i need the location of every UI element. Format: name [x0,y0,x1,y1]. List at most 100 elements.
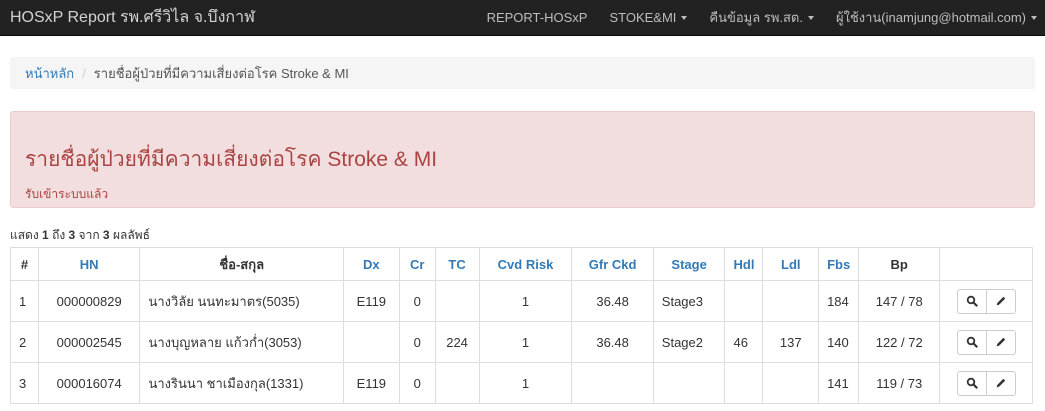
cell-fbs: 184 [818,280,860,322]
alert-subtitle: รับเข้าระบบแล้ว [25,187,109,201]
cell-name: นางรินนา ชาเมืองกุล(1331) [139,362,344,404]
caret-down-icon [807,15,814,20]
pencil-icon [996,296,1005,306]
edit-button[interactable] [985,288,1016,314]
breadcrumb: หน้าหลัก / รายชื่อผู้ป่วยที่มีความเสี่ยง… [10,57,1035,89]
table-row: 3 000016074 นางรินนา ชาเมืองกุล(1331) E119 0… [10,362,1033,404]
nav-user-label: ผู้ใช้งาน(inamjung@hotmail.com) [835,10,1026,25]
col-header-fbs[interactable]: Fbs [818,247,860,281]
summary-total: 3 [102,228,110,242]
cell-cvd-risk: 1 [478,280,573,322]
col-header-hdl[interactable]: Hdl [724,247,764,281]
col-header-dx[interactable]: Dx [342,247,400,281]
cell-cr: 0 [398,362,436,404]
cell-dx: E119 [342,280,400,322]
pencil-icon [996,378,1005,388]
summary-mid: ถึง [48,228,69,242]
cell-stage [652,362,726,404]
cell-ldl [762,280,820,322]
search-icon [966,336,978,348]
row-action-group [956,370,1016,396]
summary-mid2: จาก [75,228,103,242]
nav-stroke-mi-dropdown[interactable]: STOKE&MI [598,0,698,35]
row-action-group [956,288,1016,314]
col-header-hn[interactable]: HN [37,247,141,281]
breadcrumb-separator: / [82,65,86,81]
navbar-menu: REPORT-HOSxP STOKE&MI คืนข้อมูล รพ.สต. ผ… [476,0,1045,35]
nav-return-data-dropdown[interactable]: คืนข้อมูล รพ.สต. [698,0,825,35]
cell-cvd-risk: 1 [478,321,573,363]
cell-name: นางวิลัย นนทะมาตร(5035) [139,280,344,322]
main-container: หน้าหลัก / รายชื่อผู้ป่วยที่มีความเสี่ยง… [0,57,1045,404]
nav-return-data-label: คืนข้อมูล รพ.สต. [709,10,803,25]
cell-hdl: 46 [724,321,764,363]
nav-stroke-mi-label: STOKE&MI [609,10,677,25]
page-header-alert: รายชื่อผู้ป่วยที่มีความเสี่ยงต่อโรค Stro… [10,111,1035,208]
cell-fbs: 141 [818,362,860,404]
cell-actions [939,321,1033,363]
edit-button[interactable] [985,370,1016,396]
pencil-icon [996,337,1005,347]
cell-bp: 122 / 72 [858,321,941,363]
cell-index: 2 [10,321,39,363]
breadcrumb-home-link[interactable]: หน้าหลัก [25,63,74,84]
cell-gfr-ckd: 36.48 [571,280,654,322]
cell-tc [434,362,480,404]
top-navbar: HOSxP Report รพ.ศรีวิไล จ.บึงกาฬ REPORT-… [0,0,1045,36]
cell-index: 1 [10,280,39,322]
col-header-actions [939,247,1033,281]
view-button[interactable] [956,329,987,355]
cell-dx: E119 [342,362,400,404]
search-icon [966,295,978,307]
cell-actions [939,280,1033,322]
edit-button[interactable] [985,329,1016,355]
navbar-brand[interactable]: HOSxP Report รพ.ศรีวิไล จ.บึงกาฬ [10,5,255,30]
cell-ldl [762,362,820,404]
cell-cr: 0 [398,321,436,363]
cell-hn: 000016074 [37,362,141,404]
cell-cvd-risk: 1 [478,362,573,404]
col-header-index: # [10,247,39,281]
col-header-cvd-risk[interactable]: Cvd Risk [478,247,573,281]
table-row: 2 000002545 นางบุญหลาย แก้วก่ำ(3053) 0 224 1 3… [10,321,1033,363]
cell-dx [342,321,400,363]
col-header-cr[interactable]: Cr [398,247,436,281]
cell-stage: Stage2 [652,321,726,363]
cell-stage: Stage3 [652,280,726,322]
table-header-row: # HN ชื่อ-สกุล Dx Cr TC Cvd Risk Gfr Ckd… [10,247,1033,281]
cell-bp: 147 / 78 [858,280,941,322]
row-action-group [956,329,1016,355]
search-icon [966,377,978,389]
cell-hn: 000002545 [37,321,141,363]
cell-index: 3 [10,362,39,404]
col-header-name: ชื่อ-สกุล [139,247,344,281]
cell-tc: 224 [434,321,480,363]
nav-report-hosxp-label: REPORT-HOSxP [486,10,588,25]
cell-bp: 119 / 73 [858,362,941,404]
col-header-ldl[interactable]: Ldl [762,247,820,281]
col-header-gfr-ckd[interactable]: Gfr Ckd [571,247,654,281]
view-button[interactable] [956,370,987,396]
cell-tc [434,280,480,322]
view-button[interactable] [956,288,987,314]
breadcrumb-current: รายชื่อผู้ป่วยที่มีความเสี่ยงต่อโรค Stro… [93,65,349,81]
col-header-tc[interactable]: TC [434,247,480,281]
summary-prefix: แสดง [10,228,43,242]
cell-gfr-ckd: 36.48 [571,321,654,363]
summary-from: 1 [42,228,49,242]
cell-name: นางบุญหลาย แก้วก่ำ(3053) [139,321,344,363]
col-header-bp: Bp [858,247,941,281]
cell-gfr-ckd [571,362,654,404]
cell-fbs: 140 [818,321,860,363]
nav-user-dropdown[interactable]: ผู้ใช้งาน(inamjung@hotmail.com) [825,0,1045,35]
col-header-stage[interactable]: Stage [652,247,726,281]
page-title: รายชื่อผู้ป่วยที่มีความเสี่ยงต่อโรค Stro… [25,148,438,171]
cell-hdl [724,280,764,322]
results-summary: แสดง 1 ถึง 3 จาก 3 ผลลัพธ์ [10,226,1035,245]
cell-hdl [724,362,764,404]
caret-down-icon [681,15,688,20]
nav-report-hosxp[interactable]: REPORT-HOSxP [476,0,599,35]
caret-down-icon [1031,15,1037,20]
cell-hn: 000000829 [37,280,141,322]
patients-table: # HN ชื่อ-สกุล Dx Cr TC Cvd Risk Gfr Ckd… [10,247,1033,404]
